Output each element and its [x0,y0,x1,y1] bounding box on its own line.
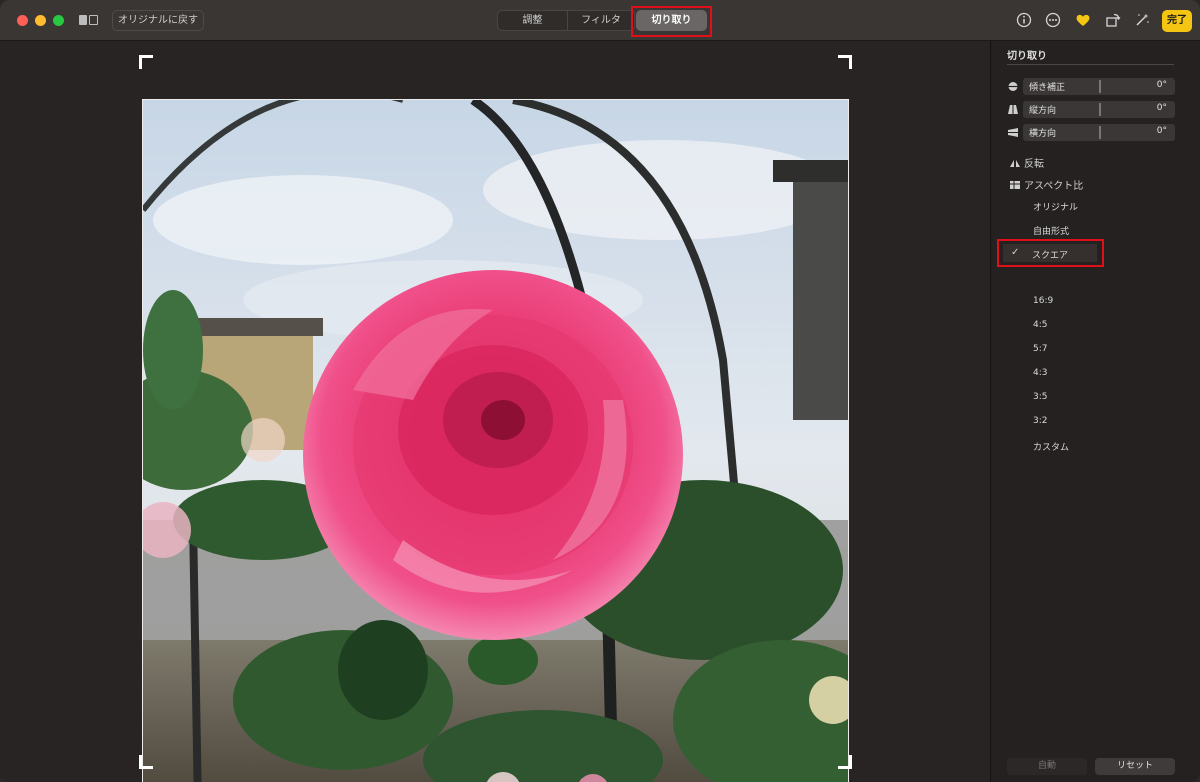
vertical-label: 縦方向 [1029,106,1057,116]
aspect-4-5[interactable]: 4:5 [1033,320,1047,330]
minimize-window-button[interactable] [35,15,46,26]
tab-adjust[interactable]: 調整 [498,11,568,30]
straighten-value: 0° [1156,80,1167,90]
reset-button[interactable]: リセット [1095,758,1175,775]
aspect-custom[interactable]: カスタム [1033,440,1069,453]
edit-mode-tabs: 調整 フィルタ [497,10,635,31]
auto-button[interactable]: 自動 [1007,758,1087,775]
revert-to-original-button[interactable]: オリジナルに戻す [112,10,204,31]
compare-icon[interactable] [79,13,100,27]
crop-handle-bottom-left[interactable] [139,755,153,769]
close-window-button[interactable] [17,15,28,26]
vertical-marker[interactable] [1099,103,1101,116]
vertical-icon [1008,105,1018,114]
aspect-freeform[interactable]: 自由形式 [1033,224,1069,237]
auto-enhance-icon[interactable] [1134,12,1150,28]
crop-sidebar: 切り取り 傾き補正 0° 縦方向 0° 横方向 0° 反転 アスペクト比 オリジ… [990,41,1200,782]
more-icon[interactable] [1045,12,1061,28]
horizontal-value: 0° [1156,126,1167,136]
straighten-slider[interactable]: 傾き補正 0° [1007,78,1175,95]
done-button[interactable]: 完了 [1162,10,1192,32]
horizontal-marker[interactable] [1099,126,1101,139]
aspect-ratio-label: アスペクト比 [1024,181,1084,192]
aspect-3-5[interactable]: 3:5 [1033,392,1047,402]
vertical-value: 0° [1156,103,1167,113]
aspect-5-7[interactable]: 5:7 [1033,344,1047,354]
photos-editor-window: オリジナルに戻す 調整 フィルタ 切り取り 完了 切り取り 傾き補正 0° 縦方… [0,0,1200,782]
aspect-original[interactable]: オリジナル [1033,200,1078,213]
rose-photo [143,100,848,782]
straighten-marker[interactable] [1099,80,1101,93]
crop-tab-highlight-box [631,6,712,37]
info-icon[interactable] [1016,12,1032,28]
sidebar-title: 切り取り [1007,51,1047,62]
square-highlight-box [997,239,1104,267]
aspect-16-9[interactable]: 16:9 [1033,296,1053,306]
aspect-ratio-icon [1010,181,1020,189]
tab-filters[interactable]: フィルタ [568,11,634,30]
sidebar-divider [1007,64,1174,65]
flip-icon [1010,160,1020,167]
compare-icon-right [89,15,98,25]
vertical-slider[interactable]: 縦方向 0° [1007,101,1175,118]
crop-handle-bottom-right[interactable] [838,755,852,769]
aspect-ratio-header[interactable]: アスペクト比 [1009,177,1083,192]
heart-icon[interactable] [1075,12,1091,28]
photo-canvas [0,41,990,782]
aspect-4-3[interactable]: 4:3 [1033,368,1047,378]
horizontal-slider[interactable]: 横方向 0° [1007,124,1175,141]
crop-handle-top-left[interactable] [139,55,153,69]
straighten-label: 傾き補正 [1029,83,1066,93]
horizontal-icon [1008,128,1018,137]
crop-handle-top-right[interactable] [838,55,852,69]
rotate-icon[interactable] [1105,12,1121,28]
crop-area[interactable] [142,99,849,782]
aspect-3-2[interactable]: 3:2 [1033,416,1047,426]
compare-icon-left [79,15,87,25]
horizontal-label: 横方向 [1029,129,1057,139]
flip-button[interactable]: 反転 [1009,155,1044,170]
flip-label: 反転 [1024,159,1044,170]
zoom-window-button[interactable] [53,15,64,26]
straighten-icon [1007,82,1019,91]
toolbar: オリジナルに戻す 調整 フィルタ 切り取り 完了 [0,0,1200,41]
